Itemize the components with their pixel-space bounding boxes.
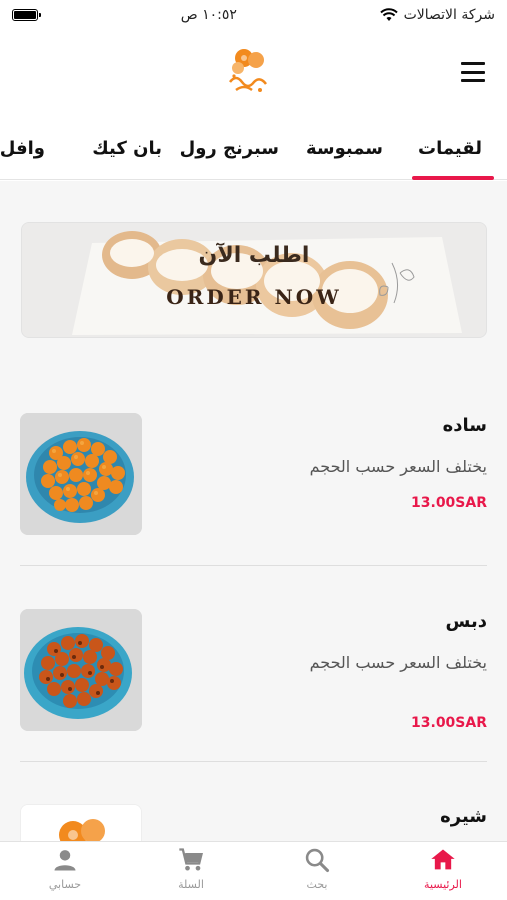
active-tab-indicator <box>412 176 494 180</box>
search-icon <box>305 848 330 873</box>
product-image <box>20 413 142 535</box>
divider <box>20 761 487 762</box>
cart-icon <box>179 848 203 871</box>
product-list: اطلب الآن ORDER NOW ساده يختلف السعر حسب… <box>0 181 507 841</box>
nav-label: الرئيسية <box>424 878 462 891</box>
nav-search[interactable]: بحث <box>272 846 362 898</box>
banner-subtitle: ORDER NOW <box>166 285 342 309</box>
nav-cart[interactable]: السلة <box>146 846 236 898</box>
product-name: ساده <box>442 415 487 436</box>
nav-account[interactable]: حسابي <box>20 846 110 898</box>
product-item-sada[interactable]: ساده يختلف السعر حسب الحجم 13.00SAR <box>20 413 487 535</box>
nav-label: حسابي <box>48 878 82 891</box>
tab-spring-roll[interactable]: سبرنج رول <box>180 138 279 159</box>
menu-button[interactable] <box>461 62 485 82</box>
product-item-dibs[interactable]: دبس يختلف السعر حسب الحجم 13.00SAR <box>20 609 487 731</box>
product-image <box>20 804 142 841</box>
bottom-navigation: الرئيسية بحث السلة حسابي <box>0 841 507 900</box>
nav-label: بحث <box>306 878 328 891</box>
battery-icon <box>12 9 41 21</box>
product-item-shira[interactable]: شيره <box>20 804 487 841</box>
product-price: 13.00SAR <box>411 495 487 511</box>
carrier-name: شركة الاتصالات <box>403 7 495 23</box>
tab-waffle[interactable]: وافل <box>0 138 45 159</box>
tab-luqaimat[interactable]: لقيمات <box>418 138 482 159</box>
banner-image <box>22 223 486 337</box>
divider <box>20 565 487 566</box>
status-bar: ١٠:٥٢ ص شركة الاتصالات <box>0 0 507 30</box>
app-header <box>0 30 507 116</box>
wifi-icon <box>379 8 398 21</box>
product-description: يختلف السعر حسب الحجم <box>309 457 487 476</box>
product-image <box>20 609 142 731</box>
banner-title: اطلب الآن <box>198 243 310 268</box>
user-icon <box>54 850 76 871</box>
category-tabs: لقيمات سمبوسة سبرنج رول بان كيك وافل <box>0 120 507 180</box>
status-time: ١٠:٥٢ ص <box>180 7 237 23</box>
brand-logo <box>229 49 267 92</box>
home-icon <box>431 849 455 870</box>
nav-home[interactable]: الرئيسية <box>398 846 488 898</box>
tab-samboosa[interactable]: سمبوسة <box>306 138 383 159</box>
order-banner[interactable]: اطلب الآن ORDER NOW <box>21 222 487 338</box>
product-name: دبس <box>445 611 487 632</box>
nav-label: السلة <box>178 878 204 891</box>
tab-pancake[interactable]: بان كيك <box>92 138 162 159</box>
product-price: 13.00SAR <box>411 715 487 731</box>
product-name: شيره <box>440 806 487 827</box>
product-description: يختلف السعر حسب الحجم <box>309 653 487 672</box>
